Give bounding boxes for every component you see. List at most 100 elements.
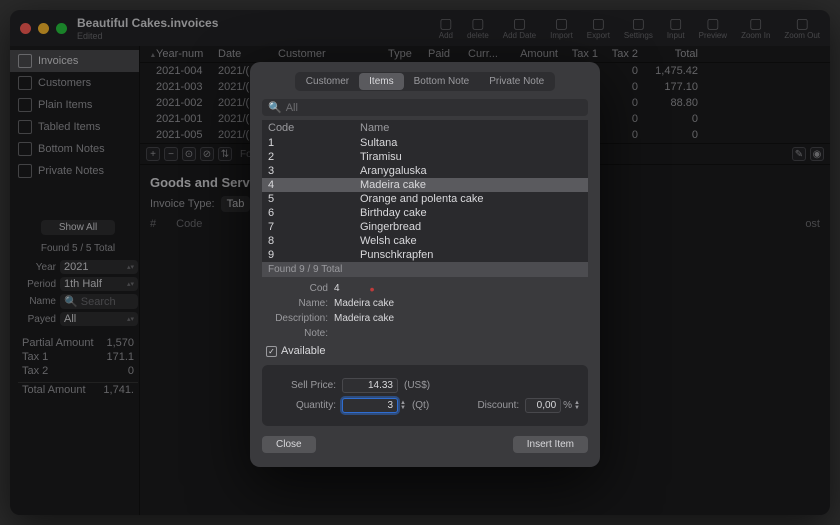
invoice-type-segment[interactable]: Tab <box>221 196 251 212</box>
disclosure-icon[interactable] <box>146 51 152 57</box>
zoom-out-icon: ▢ <box>796 16 809 30</box>
list-item[interactable]: 7Gingerbread <box>262 220 588 234</box>
minimize-window-button[interactable] <box>38 23 49 34</box>
cod-value: 4 <box>334 283 340 294</box>
col-currency[interactable]: Curr... <box>468 48 508 60</box>
discount-stepper[interactable]: ▲▼ <box>574 401 580 411</box>
tab-items[interactable]: Items <box>359 73 403 90</box>
invoice-type-label: Invoice Type: <box>150 198 215 210</box>
col-customer[interactable]: Customer <box>278 48 388 60</box>
sellprice-field[interactable]: 14.33 <box>342 378 398 393</box>
available-checkbox[interactable]: ✓ Available <box>266 345 588 357</box>
col-total[interactable]: Total <box>638 48 698 60</box>
close-button[interactable]: Close <box>262 436 316 453</box>
list-item[interactable]: 2Tiramisu <box>262 150 588 164</box>
col-year-num[interactable]: Year-num <box>156 48 218 60</box>
toolbar-export[interactable]: ▢Export <box>587 16 610 40</box>
sidebar-item-label: Tabled Items <box>38 121 100 133</box>
invoice-table-header: Year-num Date Customer Type Paid Curr...… <box>140 46 830 63</box>
summary-panel: Show All Found 5 / 5 Total Year 2021▴▾ P… <box>18 220 138 397</box>
discount-label: Discount: <box>477 400 519 411</box>
col-paid[interactable]: Paid <box>428 48 468 60</box>
list-item[interactable]: 5Orange and polenta cake <box>262 192 588 206</box>
payed-select[interactable]: All▴▾ <box>60 312 138 326</box>
sidebar-item-customers[interactable]: Customers <box>10 72 139 94</box>
col-type[interactable]: Type <box>388 48 428 60</box>
sidebar-item-label: Invoices <box>38 55 78 67</box>
tab-bottom-note[interactable]: Bottom Note <box>404 73 480 90</box>
toolbar-preview[interactable]: ▢Preview <box>699 16 727 40</box>
insert-item-button[interactable]: Insert Item <box>513 436 588 453</box>
found-status-bar: Found 9 / 9 Total <box>262 262 588 277</box>
toolbar-label: Zoom Out <box>784 31 820 40</box>
sellprice-label: Sell Price: <box>270 380 336 391</box>
toolbar-zoom-in[interactable]: ▢Zoom In <box>741 16 770 40</box>
col-amount[interactable]: Amount <box>508 48 558 60</box>
period-select[interactable]: 1th Half▴▾ <box>60 277 138 291</box>
toolbar-zoom-out[interactable]: ▢Zoom Out <box>784 16 820 40</box>
toolbar-delete[interactable]: ▢delete <box>467 16 489 40</box>
sheet-tabs: CustomerItemsBottom NotePrivate Note <box>295 72 555 91</box>
sidebar-item-label: Private Notes <box>38 165 104 177</box>
partial-amount-label: Partial Amount <box>22 337 94 349</box>
toolbar-add-date[interactable]: ▢Add Date <box>503 16 536 40</box>
quantity-field[interactable]: 3 <box>342 398 398 413</box>
quantity-label: Quantity: <box>270 400 336 411</box>
sidebar-icon <box>18 164 32 178</box>
edit-toggle-button[interactable]: ✎ <box>792 147 806 161</box>
list-item[interactable]: 1Sultana <box>262 136 588 150</box>
item-list: 1Sultana2Tiramisu3Aranygaluska4Madeira c… <box>262 136 588 262</box>
list-col-code[interactable]: Code <box>268 122 360 134</box>
extra-button-2[interactable]: ⊘ <box>200 147 214 161</box>
app-window: Beautiful Cakes.invoices Edited ▢Add▢del… <box>10 10 830 515</box>
col-date[interactable]: Date <box>218 48 278 60</box>
tab-customer[interactable]: Customer <box>296 73 359 90</box>
show-all-button[interactable]: Show All <box>41 220 115 235</box>
sidebar-item-bottom-notes[interactable]: Bottom Notes <box>10 138 139 160</box>
import-icon: ▢ <box>555 16 568 30</box>
toolbar-import[interactable]: ▢Import <box>550 16 573 40</box>
zoom-in-icon: ▢ <box>749 16 762 30</box>
item-name-value: Madeira cake <box>334 298 394 309</box>
sidebar-item-tabled-items[interactable]: Tabled Items <box>10 116 139 138</box>
titlebar: Beautiful Cakes.invoices Edited ▢Add▢del… <box>10 10 830 46</box>
col-tax1[interactable]: Tax 1 <box>558 48 598 60</box>
discount-field[interactable]: 0,00 <box>525 398 561 413</box>
list-item[interactable]: 6Birthday cake <box>262 206 588 220</box>
extra-button-1[interactable]: ⊙ <box>182 147 196 161</box>
list-item[interactable]: 4Madeira cake <box>262 178 588 192</box>
goods-col-hash: # <box>150 218 156 230</box>
list-item[interactable]: 3Aranygaluska <box>262 164 588 178</box>
eye-icon: ▢ <box>706 16 719 30</box>
remove-row-button[interactable]: − <box>164 147 178 161</box>
filter-button[interactable]: ⇅ <box>218 147 232 161</box>
description-value: Madeira cake <box>334 313 394 324</box>
col-tax2[interactable]: Tax 2 <box>598 48 638 60</box>
sidebar-item-label: Customers <box>38 77 91 89</box>
total-amount-value: 1,741. <box>103 384 134 396</box>
zoom-window-button[interactable] <box>56 23 67 34</box>
checkmark-icon: ✓ <box>266 346 277 357</box>
quantity-stepper[interactable]: ▲▼ <box>400 401 406 411</box>
add-row-button[interactable]: + <box>146 147 160 161</box>
sidebar-item-plain-items[interactable]: Plain Items <box>10 94 139 116</box>
visibility-toggle-button[interactable]: ◉ <box>810 147 824 161</box>
list-col-name[interactable]: Name <box>360 122 582 134</box>
sidebar-icon <box>18 98 32 112</box>
calendar-plus-icon: ▢ <box>513 16 526 30</box>
tab-private-note[interactable]: Private Note <box>479 73 554 90</box>
sidebar-item-private-notes[interactable]: Private Notes <box>10 160 139 182</box>
tax1-label: Tax 1 <box>22 351 48 363</box>
toolbar-add[interactable]: ▢Add <box>439 16 453 40</box>
year-select[interactable]: 2021▴▾ <box>60 260 138 274</box>
plus-circle-icon: ▢ <box>439 16 452 30</box>
close-window-button[interactable] <box>20 23 31 34</box>
toolbar-settings[interactable]: ▢Settings <box>624 16 653 40</box>
list-item[interactable]: 9Punschkrapfen <box>262 248 588 262</box>
name-search-field[interactable]: 🔍 Search <box>60 294 138 309</box>
cod-label: Cod <box>262 283 328 294</box>
list-item[interactable]: 8Welsh cake <box>262 234 588 248</box>
sidebar-item-invoices[interactable]: Invoices <box>10 50 139 72</box>
sheet-search-field[interactable]: 🔍 All <box>262 99 588 116</box>
toolbar-input[interactable]: ▢Input <box>667 16 685 40</box>
